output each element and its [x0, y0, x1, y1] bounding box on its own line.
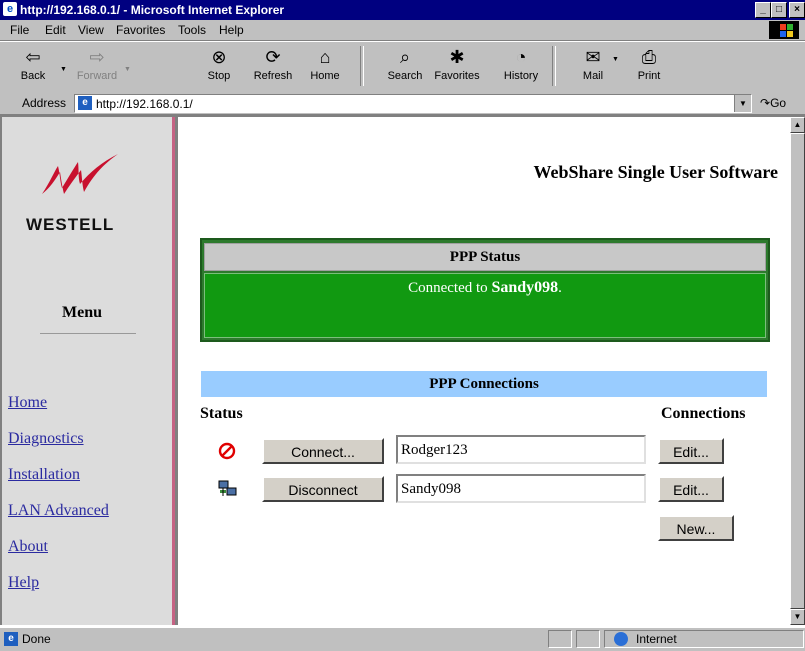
security-zone-panel — [604, 630, 804, 648]
favorites-button[interactable]: ✱ Favorites — [432, 44, 482, 90]
status-bar: e Done Internet — [0, 627, 805, 651]
ppp-status-panel: PPP Status Connected to Sandy098. — [200, 238, 770, 342]
refresh-button[interactable]: ⟳ Refresh — [248, 44, 298, 90]
scroll-thumb[interactable] — [790, 133, 805, 609]
address-label: Address — [22, 96, 67, 110]
forward-arrow-icon: ⇨ — [89, 47, 105, 67]
favorites-icon: ✱ — [449, 47, 465, 67]
scroll-up-icon[interactable]: ▲ — [790, 117, 805, 133]
address-input[interactable]: e http://192.168.0.1/ ▼ — [74, 94, 752, 113]
menu-bar: File Edit View Favorites Tools Help — [0, 20, 805, 41]
menu-title: Menu — [62, 304, 102, 321]
menu-file[interactable]: File — [10, 23, 29, 37]
windows-logo-icon — [769, 21, 799, 39]
sidebar: WESTELL Menu Home Diagnostics Installati… — [2, 117, 175, 625]
forward-button[interactable]: ⇨ Forward — [72, 44, 122, 90]
connected-icon — [218, 480, 237, 496]
page-title: WebShare Single User Software — [533, 162, 778, 182]
history-icon: ◔ — [515, 47, 527, 67]
close-button[interactable]: × — [789, 2, 805, 18]
mail-dropdown-icon[interactable]: ▼ — [612, 56, 619, 63]
menu-divider — [40, 333, 136, 334]
home-icon: ⌂ — [319, 47, 331, 67]
back-button[interactable]: ⇦ Back — [8, 44, 58, 90]
nav-link-lan-advanced[interactable]: LAN Advanced — [8, 502, 109, 520]
page-done-icon: e — [4, 632, 18, 646]
disconnect-button[interactable]: Disconnect — [262, 476, 384, 502]
address-value: http://192.168.0.1/ — [96, 97, 193, 111]
stop-button[interactable]: ⊗ Stop — [194, 44, 244, 90]
menu-edit[interactable]: Edit — [45, 23, 66, 37]
internet-globe-icon — [614, 632, 628, 646]
print-button[interactable]: ⎙ Print — [624, 44, 674, 90]
title-bar: e http://192.168.0.1/ - Microsoft Intern… — [0, 0, 805, 20]
history-button[interactable]: ◔ History — [496, 44, 546, 90]
forward-dropdown-icon[interactable]: ▼ — [124, 66, 131, 73]
menu-favorites[interactable]: Favorites — [116, 23, 165, 37]
printer-icon: ⎙ — [641, 47, 657, 67]
edit-connection-button[interactable]: Edit... — [658, 476, 724, 502]
minimize-button[interactable]: _ — [755, 2, 771, 18]
security-zone-label: Internet — [636, 632, 677, 646]
ie-icon: e — [3, 2, 17, 16]
connect-button[interactable]: Connect... — [262, 438, 384, 464]
ppp-status-title: PPP Status — [204, 243, 766, 271]
ppp-status-body: Connected to Sandy098. — [204, 273, 766, 338]
go-button[interactable]: ↷Go — [760, 96, 786, 110]
menu-help[interactable]: Help — [219, 23, 244, 37]
connection-name-field[interactable]: Rodger123 — [396, 435, 646, 464]
nav-link-home[interactable]: Home — [8, 394, 47, 412]
new-connection-button[interactable]: New... — [658, 515, 734, 541]
stop-icon: ⊗ — [211, 47, 227, 67]
status-column-header: Status — [200, 405, 243, 422]
go-arrow-icon: ↷ — [760, 96, 771, 110]
search-icon: ⌕ — [399, 47, 411, 67]
mail-button[interactable]: ✉ Mail — [568, 44, 618, 90]
connections-column-header: Connections — [661, 405, 746, 422]
home-button[interactable]: ⌂ Home — [300, 44, 350, 90]
ppp-status-connection: Sandy098 — [491, 279, 559, 296]
back-arrow-icon: ⇦ — [25, 47, 41, 67]
ppp-connections-title: PPP Connections — [201, 371, 767, 397]
main-content: WebShare Single User Software PPP Status… — [178, 117, 790, 625]
address-bar: Address e http://192.168.0.1/ ▼ ↷Go — [0, 92, 805, 115]
logo-text: WESTELL — [26, 215, 115, 234]
status-text: Done — [22, 632, 51, 646]
nav-link-help[interactable]: Help — [8, 574, 39, 592]
maximize-button[interactable]: □ — [771, 2, 787, 18]
mail-icon: ✉ — [585, 47, 601, 67]
nav-link-installation[interactable]: Installation — [8, 466, 80, 484]
window-title: http://192.168.0.1/ - Microsoft Internet… — [20, 3, 285, 17]
menu-tools[interactable]: Tools — [178, 23, 206, 37]
address-dropdown-icon[interactable]: ▼ — [734, 95, 751, 112]
refresh-icon: ⟳ — [265, 47, 281, 67]
disconnected-icon — [218, 442, 236, 460]
vertical-scrollbar[interactable]: ▲ ▼ — [790, 117, 805, 625]
search-button[interactable]: ⌕ Search — [380, 44, 430, 90]
ppp-status-message: Connected to Sandy098. — [408, 279, 562, 296]
nav-link-about[interactable]: About — [8, 538, 48, 556]
toolbar-separator — [552, 46, 556, 86]
back-dropdown-icon[interactable]: ▼ — [60, 66, 67, 73]
status-panel-empty — [576, 630, 600, 648]
toolbar-separator — [360, 46, 364, 86]
westell-logo-icon — [42, 154, 118, 194]
edit-connection-button[interactable]: Edit... — [658, 438, 724, 464]
status-panel-empty — [548, 630, 572, 648]
nav-link-diagnostics[interactable]: Diagnostics — [8, 430, 84, 448]
toolbar: ⇦ Back ▼ ⇨ Forward ▼ ⊗ Stop ⟳ Refresh ⌂ … — [0, 41, 805, 93]
connection-name-field[interactable]: Sandy098 — [396, 474, 646, 503]
scroll-down-icon[interactable]: ▼ — [790, 609, 805, 625]
page-icon: e — [78, 96, 92, 110]
menu-view[interactable]: View — [78, 23, 104, 37]
